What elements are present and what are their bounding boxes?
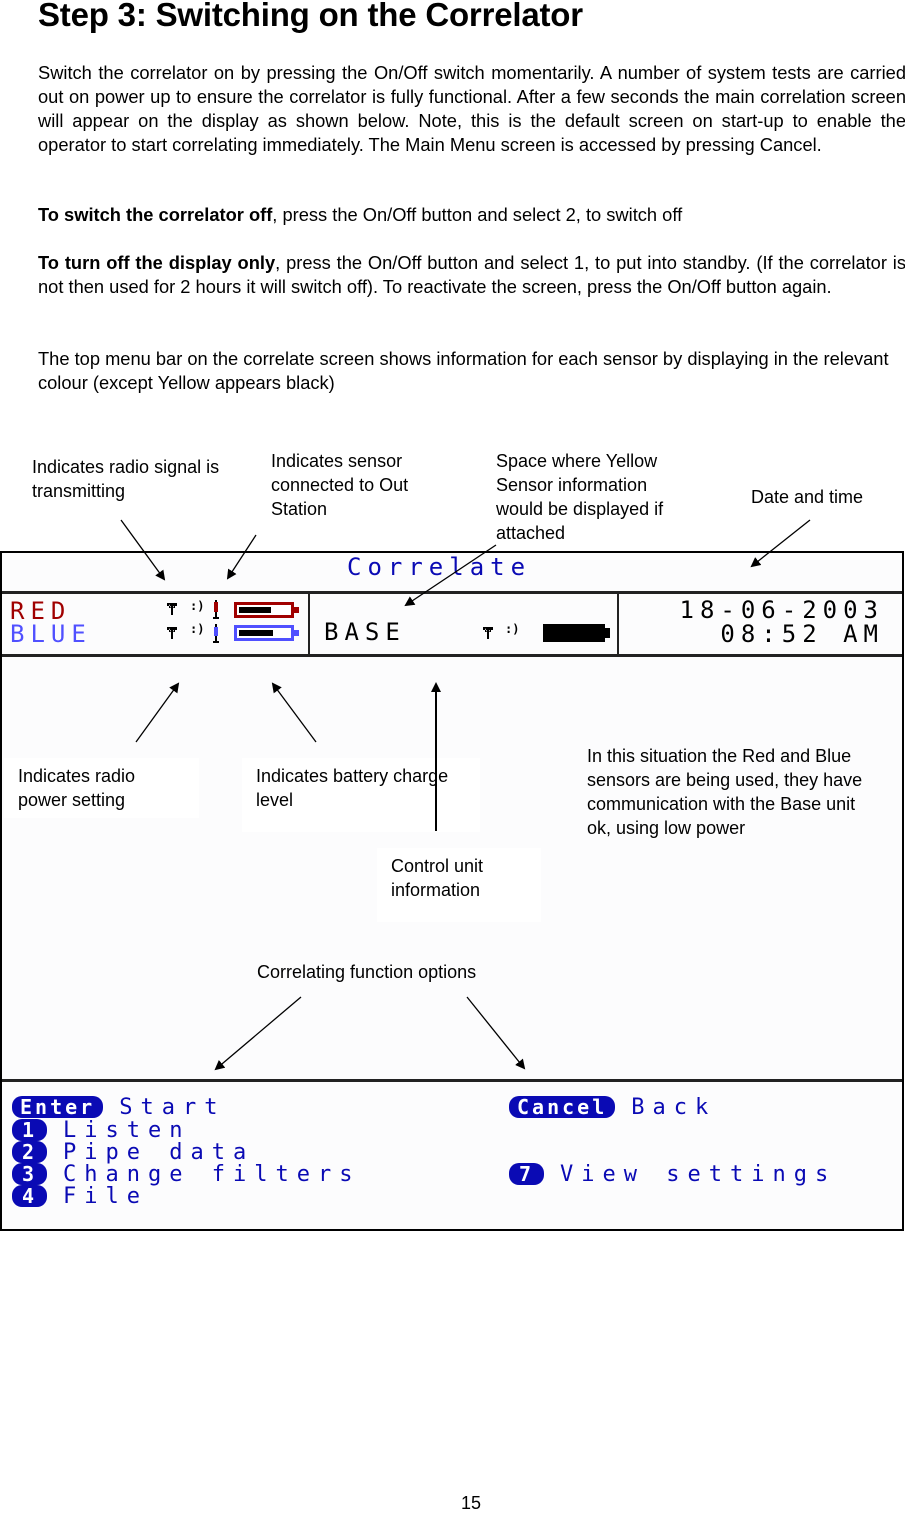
callout-battery-charge: Indicates battery charge level: [242, 758, 480, 832]
display-off-paragraph: To turn off the display only, press the …: [38, 251, 905, 299]
battery-nub: [294, 607, 299, 613]
callout-date-time: Date and time: [751, 487, 864, 507]
key-3: 3: [12, 1163, 48, 1185]
key-2: 2: [12, 1141, 48, 1163]
switch-off-text: , press the On/Off button and select 2, …: [272, 204, 683, 225]
menu-item-back[interactable]: Cancel Back: [509, 1094, 717, 1120]
battery-icon: [234, 602, 299, 618]
menu-item-listen[interactable]: 1 Listen: [12, 1118, 191, 1143]
battery-nub: [605, 628, 610, 638]
callout-control-unit: Control unit information: [377, 848, 541, 922]
switch-off-paragraph: To switch the correlator off, press the …: [38, 203, 905, 227]
display-off-emphasis: To turn off the display only: [38, 252, 276, 273]
battery-nub: [294, 630, 299, 636]
date-readout: 18-06-2003: [679, 596, 884, 624]
screen-title-bar: Correlate: [2, 553, 902, 591]
callout-radio-power: Indicates radio power setting: [4, 758, 199, 818]
battery-fill: [239, 607, 271, 613]
status-bar: RED BLUE :) :) BASE :) 18-06-2003 08:52 …: [2, 591, 902, 657]
base-label: BASE: [324, 618, 406, 646]
menu-item-pipe-data[interactable]: 2 Pipe data: [12, 1140, 254, 1165]
antenna-icon: [167, 627, 177, 639]
enter-key: Enter: [12, 1096, 104, 1118]
cancel-key: Cancel: [509, 1096, 616, 1118]
switch-off-emphasis: To switch the correlator off: [38, 204, 273, 225]
screen-title: Correlate: [347, 553, 532, 581]
time-readout: 08:52 AM: [720, 620, 884, 648]
key-1: 1: [12, 1119, 48, 1141]
callout-function-options: Correlating function options: [257, 962, 477, 982]
menu-item-label: View settings: [560, 1161, 837, 1187]
link-icon: [213, 624, 219, 643]
function-menu: Enter Start 1 Listen 2 Pipe data 3 Chang…: [2, 1079, 902, 1232]
battery-fill: [239, 630, 273, 636]
situation-note: In this situation the Red and Blue senso…: [587, 746, 863, 838]
callout-sensor-connected: Indicates sensor connected to Out Statio…: [271, 451, 409, 519]
page-number: 15: [461, 1493, 482, 1513]
menu-item-change-filters[interactable]: 3 Change filters: [12, 1162, 360, 1187]
battery-icon: [234, 625, 299, 641]
menu-item-file[interactable]: 4 File: [12, 1183, 149, 1209]
page-title: Step 3: Switching on the Correlator: [38, 0, 583, 33]
menu-item-view-settings[interactable]: 7 View settings: [509, 1161, 837, 1187]
key-7: 7: [509, 1163, 545, 1185]
correlator-screen: Correlate RED BLUE :) :) BASE :) 18-06-2…: [0, 551, 904, 1231]
menu-item-label: Back: [631, 1094, 717, 1120]
radio-power-icon: :): [505, 622, 520, 636]
intro-paragraph: Switch the correlator on by pressing the…: [38, 62, 905, 155]
status-divider: [308, 594, 310, 654]
sensor-blue-name: BLUE: [10, 620, 92, 648]
antenna-icon: [483, 627, 493, 639]
radio-power-icon: :): [190, 599, 205, 613]
menu-item-label: File: [63, 1183, 149, 1209]
callout-radio-signal: Indicates radio signal is transmitting: [32, 457, 220, 501]
battery-icon: [543, 624, 610, 642]
radio-power-icon: :): [190, 622, 205, 636]
top-menu-paragraph: The top menu bar on the correlate screen…: [38, 348, 889, 393]
link-icon: [213, 600, 219, 619]
menu-item-start[interactable]: Enter Start: [12, 1094, 226, 1120]
menu-item-label: Start: [119, 1094, 226, 1120]
status-divider: [617, 594, 619, 654]
callout-yellow-space: Space where Yellow Sensor information wo…: [496, 451, 664, 543]
key-4: 4: [12, 1185, 48, 1207]
antenna-icon: [167, 603, 177, 615]
